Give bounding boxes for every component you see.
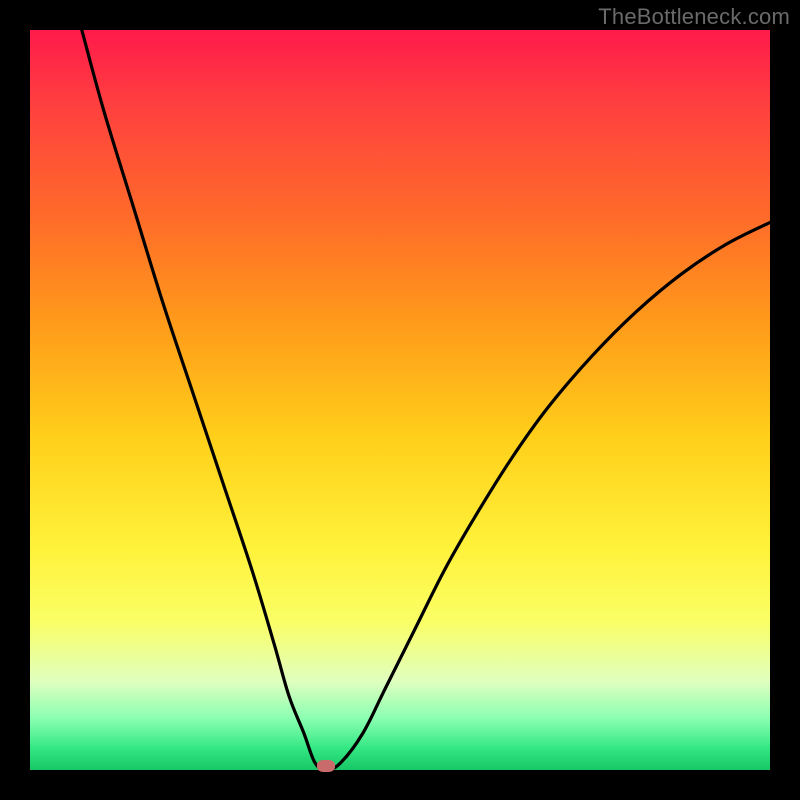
bottleneck-curve: [30, 30, 770, 770]
chart-frame: TheBottleneck.com: [0, 0, 800, 800]
minimum-marker: [317, 760, 335, 772]
watermark-text: TheBottleneck.com: [598, 4, 790, 30]
